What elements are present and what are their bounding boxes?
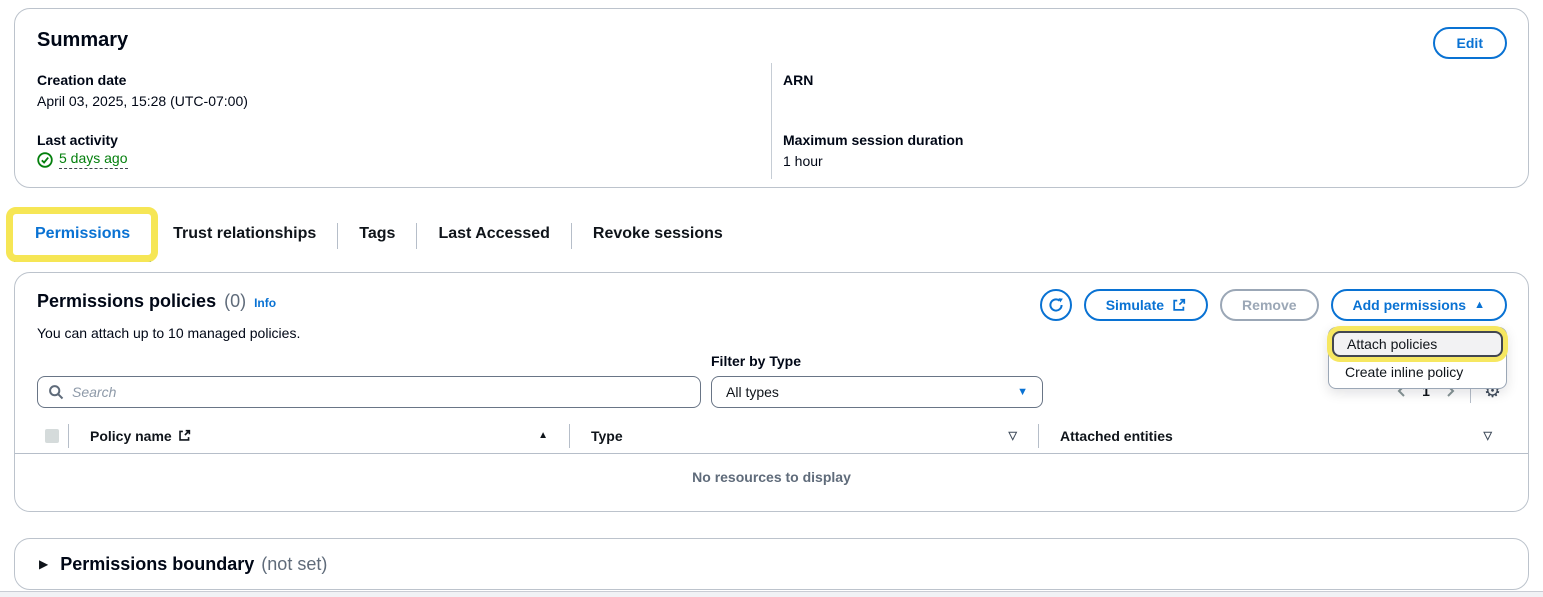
select-all-checkbox[interactable] xyxy=(45,429,59,443)
policies-actions: Simulate Remove Add permissions ▲ xyxy=(1040,289,1507,321)
page-bottom-strip xyxy=(0,591,1543,597)
column-filter-icon[interactable]: ▽ xyxy=(1484,429,1492,442)
external-link-icon xyxy=(1172,298,1186,312)
column-policy-name[interactable]: Policy name ▲ xyxy=(78,428,560,444)
type-filter-select[interactable]: All types ▼ xyxy=(711,376,1043,408)
last-activity-value: 5 days ago xyxy=(37,150,128,169)
summary-title: Summary xyxy=(37,29,128,52)
role-tabs: Permissions Trust relationships Tags Las… xyxy=(14,210,744,262)
permissions-boundary-panel[interactable]: ▶ Permissions boundary (not set) xyxy=(14,538,1529,590)
search-input[interactable] xyxy=(72,384,690,400)
info-link[interactable]: Info xyxy=(254,296,276,310)
tab-trust-relationships[interactable]: Trust relationships xyxy=(152,210,337,262)
last-activity-link[interactable]: 5 days ago xyxy=(59,150,128,169)
sort-ascending-icon[interactable]: ▲ xyxy=(538,430,548,441)
column-filter-icon[interactable]: ▽ xyxy=(1009,429,1017,442)
arn-label: ARN xyxy=(783,72,813,88)
policies-table-header: Policy name ▲ Type ▽ Attached xyxy=(15,418,1528,454)
search-icon xyxy=(48,384,64,400)
simulate-button[interactable]: Simulate xyxy=(1084,289,1208,321)
iam-role-detail-page: Summary Edit Creation date April 03, 202… xyxy=(0,0,1543,597)
column-type[interactable]: Type ▽ xyxy=(579,428,1029,444)
max-session-value: 1 hour xyxy=(783,153,823,169)
tab-tags[interactable]: Tags xyxy=(338,210,416,262)
creation-date-label: Creation date xyxy=(37,72,126,88)
caret-up-icon: ▲ xyxy=(1474,300,1485,311)
policies-count: (0) xyxy=(224,291,246,312)
search-box xyxy=(37,376,701,408)
column-divider xyxy=(68,424,69,448)
column-attached-entities[interactable]: Attached entities ▽ xyxy=(1048,428,1528,444)
permissions-policies-panel: Permissions policies (0) Info You can at… xyxy=(14,272,1529,512)
column-divider xyxy=(569,424,570,448)
menu-item-attach-policies[interactable]: Attach policies xyxy=(1332,331,1503,357)
caret-down-icon: ▼ xyxy=(1017,387,1028,398)
summary-column-divider xyxy=(771,63,772,179)
tab-permissions[interactable]: Permissions xyxy=(14,210,151,262)
edit-button[interactable]: Edit xyxy=(1433,27,1507,59)
policies-title: Permissions policies xyxy=(37,291,216,312)
last-activity-label: Last activity xyxy=(37,132,118,148)
expand-icon: ▶ xyxy=(39,557,48,571)
external-link-icon xyxy=(178,429,191,442)
add-permissions-button[interactable]: Add permissions ▲ xyxy=(1331,289,1507,321)
empty-table-message: No resources to display xyxy=(15,469,1528,485)
policies-description: You can attach up to 10 managed policies… xyxy=(37,325,300,341)
boundary-status: (not set) xyxy=(261,554,327,575)
policies-title-row: Permissions policies (0) Info xyxy=(37,291,276,312)
tab-revoke-sessions[interactable]: Revoke sessions xyxy=(572,210,744,262)
summary-panel: Summary Edit Creation date April 03, 202… xyxy=(14,8,1529,188)
refresh-button[interactable] xyxy=(1040,289,1072,321)
add-permissions-dropdown: Attach policies Create inline policy xyxy=(1328,327,1507,389)
max-session-label: Maximum session duration xyxy=(783,132,963,148)
type-select-value: All types xyxy=(726,384,779,400)
remove-button[interactable]: Remove xyxy=(1220,289,1318,321)
filter-by-type-label: Filter by Type xyxy=(711,353,801,369)
refresh-icon xyxy=(1048,297,1064,313)
tab-last-accessed[interactable]: Last Accessed xyxy=(417,210,570,262)
menu-item-create-inline-policy[interactable]: Create inline policy xyxy=(1329,359,1506,385)
check-circle-icon xyxy=(37,152,53,168)
boundary-title: Permissions boundary xyxy=(60,554,254,575)
creation-date-value: April 03, 2025, 15:28 (UTC-07:00) xyxy=(37,93,248,109)
column-divider xyxy=(1038,424,1039,448)
